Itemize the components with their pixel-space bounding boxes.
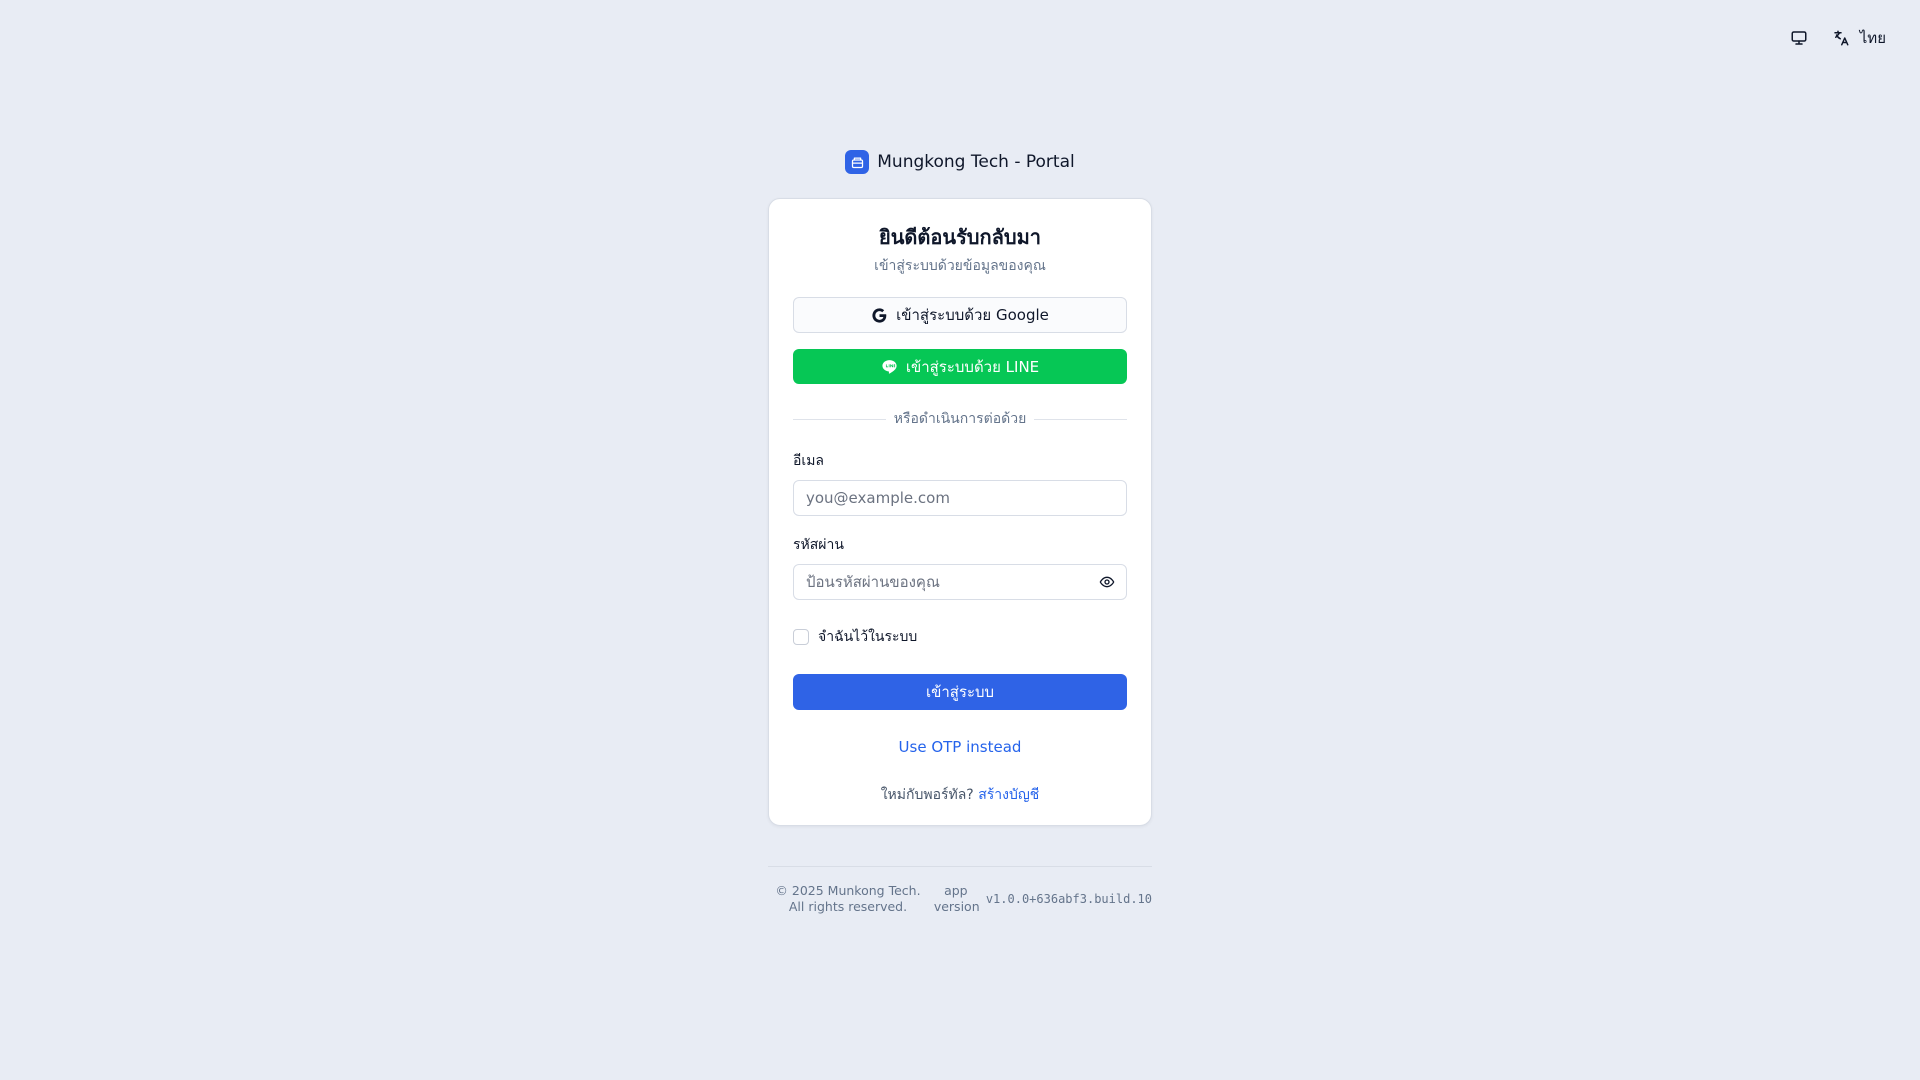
google-icon — [872, 307, 887, 323]
display-toggle-button[interactable] — [1790, 29, 1808, 47]
toggle-password-visibility-button[interactable] — [1098, 574, 1116, 592]
line-login-button[interactable]: เข้าสู่ระบบด้วย LINE — [793, 349, 1127, 384]
brand-logo — [845, 150, 870, 174]
divider-line-left — [793, 418, 886, 420]
email-label: อีเมล — [793, 453, 825, 469]
card-title: ยินดีต้อนรับกลับมา — [879, 225, 1041, 249]
package-icon — [851, 157, 863, 168]
line-login-label: เข้าสู่ระบบด้วย LINE — [905, 357, 1040, 376]
email-input[interactable] — [794, 481, 1126, 515]
password-input[interactable] — [794, 565, 1126, 599]
brand-title: Mungkong Tech - Portal — [877, 152, 1075, 172]
divider-text: หรือดำเนินการต่อด้วย — [893, 411, 1027, 427]
remember-me-label[interactable]: จำฉันไว้ในระบบ — [818, 626, 917, 648]
card-subtitle: เข้าสู่ระบบด้วยข้อมูลของคุณ — [874, 258, 1046, 274]
monitor-icon — [1791, 31, 1807, 45]
remember-me-checkbox[interactable] — [793, 629, 809, 645]
line-icon — [882, 360, 897, 374]
google-login-label: เข้าสู่ระบบด้วย Google — [896, 306, 1049, 324]
app-version: app version v1.0.0+636abf3.build.10 — [934, 883, 1152, 915]
password-label: รหัสผ่าน — [793, 537, 844, 553]
app-version-label: app version — [933, 883, 980, 914]
eye-icon — [1099, 576, 1115, 588]
or-divider: หรือดำเนินการต่อด้วย — [793, 408, 1127, 430]
google-login-button[interactable]: เข้าสู่ระบบด้วย Google — [793, 297, 1127, 333]
use-otp-link[interactable]: Use OTP instead — [793, 738, 1127, 756]
brand-header: Mungkong Tech - Portal — [0, 150, 1920, 174]
top-bar: ไทย — [1790, 26, 1886, 50]
signup-prompt: ใหม่กับพอร์ทัล? — [880, 787, 974, 803]
password-field-wrapper — [793, 564, 1127, 600]
language-switch-button[interactable]: ไทย — [1832, 26, 1886, 50]
remember-me-row: จำฉันไว้ในระบบ — [793, 626, 1127, 648]
translate-icon — [1834, 30, 1849, 46]
footer: © 2025 Munkong Tech. All rights reserved… — [768, 866, 1152, 915]
divider-line-right — [1034, 418, 1127, 420]
signup-row: ใหม่กับพอร์ทัล? สร้างบัญชี — [793, 784, 1127, 806]
language-label: ไทย — [1859, 29, 1886, 47]
email-field-wrapper — [793, 480, 1127, 516]
create-account-link[interactable]: สร้างบัญชี — [978, 787, 1039, 803]
login-submit-button[interactable]: เข้าสู่ระบบ — [793, 674, 1127, 710]
copyright-text: © 2025 Munkong Tech. All rights reserved… — [775, 883, 921, 914]
login-card: ยินดีต้อนรับกลับมา เข้าสู่ระบบด้วยข้อมูล… — [768, 198, 1152, 826]
app-version-value: v1.0.0+636abf3.build.10 — [985, 892, 1152, 906]
